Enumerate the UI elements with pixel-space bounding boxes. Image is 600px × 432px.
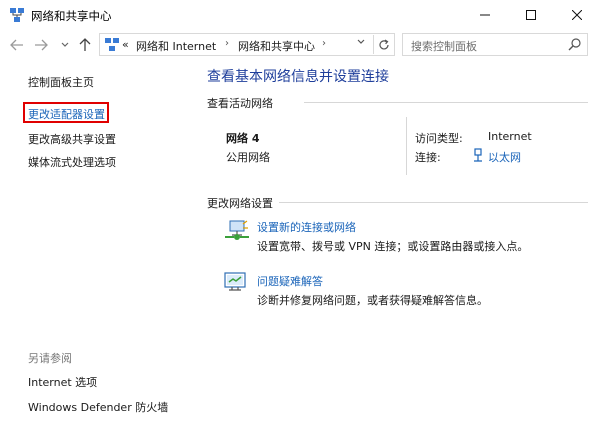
chevron-down-icon (61, 42, 69, 47)
ethernet-icon (472, 148, 484, 162)
change-adapter-settings-link[interactable]: 更改适配器设置 (28, 106, 105, 122)
section-divider (304, 102, 588, 103)
close-icon (572, 10, 582, 20)
arrow-right-icon (35, 39, 48, 51)
search-placeholder: 搜索控制面板 (411, 40, 477, 53)
refresh-button[interactable] (373, 35, 393, 54)
troubleshoot-icon (224, 272, 246, 292)
back-button[interactable] (8, 36, 26, 54)
section-divider (279, 202, 588, 203)
defender-firewall-link[interactable]: Windows Defender 防火墙 (28, 399, 168, 415)
breadcrumb-network-internet[interactable]: 网络和 Internet (136, 38, 216, 54)
access-type-value: Internet (488, 130, 532, 143)
chevron-down-icon (357, 39, 365, 44)
troubleshoot-problems-link[interactable]: 问题疑难解答 (257, 273, 323, 289)
close-button[interactable] (554, 0, 600, 30)
arrow-up-icon (79, 38, 91, 51)
breadcrumb-separator-icon[interactable]: › (225, 38, 229, 49)
search-icon[interactable] (568, 37, 582, 51)
network-center-app-icon (9, 7, 25, 23)
minimize-button[interactable] (462, 0, 508, 30)
maximize-button[interactable] (508, 0, 554, 30)
access-type-label: 访问类型: (415, 132, 463, 145)
up-button[interactable] (76, 36, 94, 54)
setup-new-connection-link[interactable]: 设置新的连接或网络 (257, 219, 356, 235)
new-connection-icon (224, 219, 250, 243)
troubleshoot-description: 诊断并修复网络问题，或者获得疑难解答信息。 (257, 294, 488, 307)
control-panel-home-link[interactable]: 控制面板主页 (28, 74, 94, 90)
network-location-icon (104, 37, 120, 52)
change-settings-heading: 更改网络设置 (207, 197, 273, 210)
network-name: 网络 4 (226, 132, 260, 145)
connections-label: 连接: (415, 151, 441, 164)
change-advanced-sharing-link[interactable]: 更改高级共享设置 (28, 131, 116, 147)
arrow-left-icon (10, 39, 23, 51)
refresh-icon (378, 38, 389, 49)
network-type: 公用网络 (226, 151, 270, 164)
see-also-heading: 另请参阅 (28, 352, 72, 365)
address-dropdown-button[interactable] (357, 38, 365, 47)
internet-options-link[interactable]: Internet 选项 (28, 374, 97, 390)
ethernet-connection-link[interactable]: 以太网 (488, 149, 521, 165)
media-streaming-options-link[interactable]: 媒体流式处理选项 (28, 154, 116, 170)
breadcrumb-separator-icon[interactable]: › (322, 38, 326, 49)
breadcrumb-network-center[interactable]: 网络和共享中心 (238, 38, 315, 54)
minimize-icon (480, 14, 490, 16)
recent-locations-button[interactable] (56, 36, 74, 54)
active-networks-heading: 查看活动网络 (207, 97, 273, 110)
maximize-icon (526, 10, 536, 20)
vertical-divider (406, 117, 407, 175)
page-title: 查看基本网络信息并设置连接 (207, 69, 389, 85)
setup-connection-description: 设置宽带、拨号或 VPN 连接；或设置路由器或接入点。 (257, 240, 529, 253)
forward-button[interactable] (32, 36, 50, 54)
address-overflow-chevron[interactable]: « (122, 38, 129, 51)
window-title: 网络和共享中心 (31, 9, 112, 23)
